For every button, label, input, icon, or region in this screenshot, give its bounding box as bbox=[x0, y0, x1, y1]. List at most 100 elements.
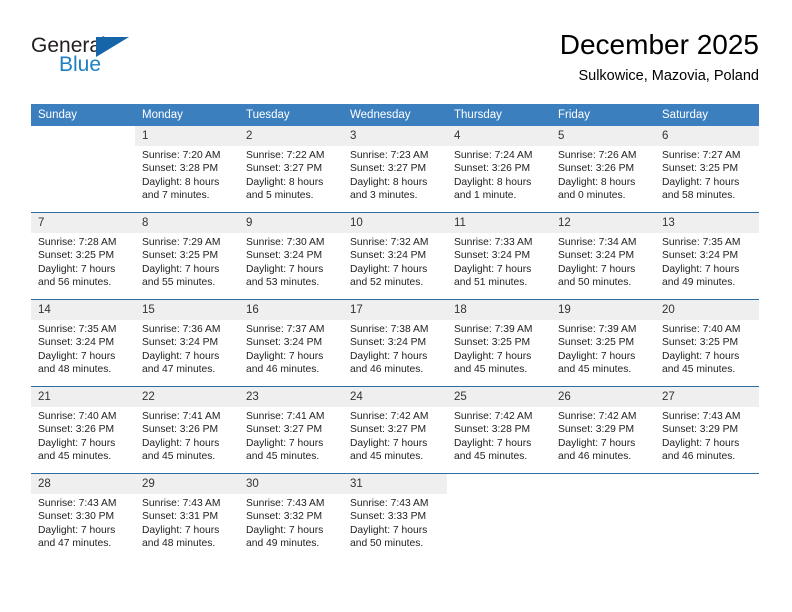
day-number: 12 bbox=[551, 213, 655, 233]
sunset-text: Sunset: 3:31 PM bbox=[142, 511, 219, 523]
calendar-day-cell[interactable]: 7 Sunrise: 7:28 AM Sunset: 3:25 PM Daylight… bbox=[31, 212, 135, 300]
sunrise-text: Sunrise: 7:33 AM bbox=[454, 237, 533, 248]
daylight-text-line2: and 52 minutes. bbox=[350, 276, 424, 288]
calendar-day-cell[interactable]: 30 Sunrise: 7:43 AM Sunset: 3:32 PM Dayligh… bbox=[239, 473, 343, 560]
sunset-text: Sunset: 3:32 PM bbox=[246, 511, 323, 523]
calendar-day-cell[interactable]: 23 Sunrise: 7:41 AM Sunset: 3:27 PM Dayligh… bbox=[239, 386, 343, 474]
daylight-text-line2: and 1 minute. bbox=[454, 189, 517, 201]
sunrise-text: Sunrise: 7:32 AM bbox=[350, 237, 429, 248]
day-number: 15 bbox=[135, 300, 239, 320]
calendar-day-cell[interactable]: 6 Sunrise: 7:27 AM Sunset: 3:25 PM Daylight… bbox=[655, 126, 759, 213]
sunrise-text: Sunrise: 7:43 AM bbox=[350, 498, 429, 509]
calendar-week-row: 21 Sunrise: 7:40 AM Sunset: 3:26 PM Dayligh… bbox=[31, 386, 759, 474]
calendar-week-row: 1 Sunrise: 7:20 AM Sunset: 3:28 PM Daylight… bbox=[31, 126, 759, 213]
calendar-day-cell[interactable]: 28 Sunrise: 7:43 AM Sunset: 3:30 PM Dayligh… bbox=[31, 473, 135, 560]
daylight-text-line2: and 46 minutes. bbox=[662, 450, 736, 462]
calendar-day-cell[interactable]: 27 Sunrise: 7:43 AM Sunset: 3:29 PM Dayligh… bbox=[655, 386, 759, 474]
calendar-week-row: 14 Sunrise: 7:35 AM Sunset: 3:24 PM Dayligh… bbox=[31, 299, 759, 387]
calendar-day-cell[interactable]: 11 Sunrise: 7:33 AM Sunset: 3:24 PM Dayligh… bbox=[447, 212, 551, 300]
calendar-day-cell[interactable]: 25 Sunrise: 7:42 AM Sunset: 3:28 PM Dayligh… bbox=[447, 386, 551, 474]
calendar-day-cell[interactable]: 15 Sunrise: 7:36 AM Sunset: 3:24 PM Dayligh… bbox=[135, 299, 239, 387]
day-number: 14 bbox=[31, 300, 135, 320]
calendar-day-cell[interactable]: 3 Sunrise: 7:23 AM Sunset: 3:27 PM Daylight… bbox=[343, 126, 447, 213]
calendar-day-cell[interactable]: 17 Sunrise: 7:38 AM Sunset: 3:24 PM Dayligh… bbox=[343, 299, 447, 387]
calendar-day-cell[interactable]: 2 Sunrise: 7:22 AM Sunset: 3:27 PM Daylight… bbox=[239, 126, 343, 213]
calendar-table: Sunday Monday Tuesday Wednesday Thursday… bbox=[31, 104, 759, 560]
daylight-text-line1: Daylight: 8 hours bbox=[350, 176, 428, 188]
sunrise-text: Sunrise: 7:37 AM bbox=[246, 324, 325, 335]
daylight-text-line1: Daylight: 7 hours bbox=[38, 524, 116, 536]
sunrise-text: Sunrise: 7:35 AM bbox=[662, 237, 741, 248]
calendar-day-cell[interactable]: 22 Sunrise: 7:41 AM Sunset: 3:26 PM Dayligh… bbox=[135, 386, 239, 474]
daylight-text-line2: and 50 minutes. bbox=[350, 537, 424, 549]
day-details: Sunrise: 7:39 AM Sunset: 3:25 PM Daylight:… bbox=[551, 320, 655, 376]
day-number: 28 bbox=[31, 474, 135, 494]
calendar-day-cell[interactable]: 4 Sunrise: 7:24 AM Sunset: 3:26 PM Daylight… bbox=[447, 126, 551, 213]
day-details: Sunrise: 7:20 AM Sunset: 3:28 PM Daylight:… bbox=[135, 146, 239, 202]
sunrise-text: Sunrise: 7:40 AM bbox=[662, 324, 741, 335]
daylight-text-line1: Daylight: 7 hours bbox=[558, 350, 636, 362]
daylight-text-line2: and 47 minutes. bbox=[38, 537, 112, 549]
calendar-day-cell[interactable]: 29 Sunrise: 7:43 AM Sunset: 3:31 PM Dayligh… bbox=[135, 473, 239, 560]
daylight-text-line2: and 53 minutes. bbox=[246, 276, 320, 288]
day-number: 7 bbox=[31, 213, 135, 233]
daylight-text-line2: and 48 minutes. bbox=[142, 537, 216, 549]
day-details: Sunrise: 7:43 AM Sunset: 3:32 PM Daylight:… bbox=[239, 494, 343, 550]
daylight-text-line2: and 46 minutes. bbox=[350, 363, 424, 375]
sunset-text: Sunset: 3:27 PM bbox=[246, 163, 323, 175]
calendar-day-cell[interactable]: 21 Sunrise: 7:40 AM Sunset: 3:26 PM Dayligh… bbox=[31, 386, 135, 474]
weekday-header-thursday: Thursday bbox=[447, 104, 551, 126]
day-details: Sunrise: 7:29 AM Sunset: 3:25 PM Daylight:… bbox=[135, 233, 239, 289]
day-details: Sunrise: 7:42 AM Sunset: 3:29 PM Daylight:… bbox=[551, 407, 655, 463]
sunrise-text: Sunrise: 7:42 AM bbox=[558, 411, 637, 422]
sunset-text: Sunset: 3:28 PM bbox=[454, 424, 531, 436]
day-details: Sunrise: 7:42 AM Sunset: 3:27 PM Daylight:… bbox=[343, 407, 447, 463]
daylight-text-line2: and 58 minutes. bbox=[662, 189, 736, 201]
daylight-text-line1: Daylight: 7 hours bbox=[142, 437, 220, 449]
day-details: Sunrise: 7:24 AM Sunset: 3:26 PM Daylight:… bbox=[447, 146, 551, 202]
calendar-day-cell[interactable]: 8 Sunrise: 7:29 AM Sunset: 3:25 PM Daylight… bbox=[135, 212, 239, 300]
sunrise-text: Sunrise: 7:39 AM bbox=[558, 324, 637, 335]
calendar-day-cell[interactable]: 18 Sunrise: 7:39 AM Sunset: 3:25 PM Dayligh… bbox=[447, 299, 551, 387]
daylight-text-line1: Daylight: 7 hours bbox=[246, 437, 324, 449]
day-details: Sunrise: 7:39 AM Sunset: 3:25 PM Daylight:… bbox=[447, 320, 551, 376]
daylight-text-line1: Daylight: 7 hours bbox=[142, 524, 220, 536]
sunset-text: Sunset: 3:24 PM bbox=[662, 250, 739, 262]
calendar-day-cell[interactable]: 1 Sunrise: 7:20 AM Sunset: 3:28 PM Daylight… bbox=[135, 126, 239, 213]
calendar-day-cell[interactable]: 14 Sunrise: 7:35 AM Sunset: 3:24 PM Dayligh… bbox=[31, 299, 135, 387]
calendar-day-cell[interactable]: 31 Sunrise: 7:43 AM Sunset: 3:33 PM Dayligh… bbox=[343, 473, 447, 560]
sunrise-text: Sunrise: 7:28 AM bbox=[38, 237, 117, 248]
calendar-day-cell[interactable]: 10 Sunrise: 7:32 AM Sunset: 3:24 PM Dayligh… bbox=[343, 212, 447, 300]
calendar-day-cell[interactable]: 24 Sunrise: 7:42 AM Sunset: 3:27 PM Dayligh… bbox=[343, 386, 447, 474]
general-blue-logo[interactable]: General Blue bbox=[31, 34, 161, 86]
daylight-text-line1: Daylight: 7 hours bbox=[350, 524, 428, 536]
daylight-text-line1: Daylight: 7 hours bbox=[350, 437, 428, 449]
day-details: Sunrise: 7:22 AM Sunset: 3:27 PM Daylight:… bbox=[239, 146, 343, 202]
weekday-header-friday: Friday bbox=[551, 104, 655, 126]
calendar-day-cell[interactable]: 12 Sunrise: 7:34 AM Sunset: 3:24 PM Dayligh… bbox=[551, 212, 655, 300]
day-number: 24 bbox=[343, 387, 447, 407]
calendar-day-cell[interactable]: 20 Sunrise: 7:40 AM Sunset: 3:25 PM Dayligh… bbox=[655, 299, 759, 387]
daylight-text-line2: and 49 minutes. bbox=[246, 537, 320, 549]
day-details: Sunrise: 7:37 AM Sunset: 3:24 PM Daylight:… bbox=[239, 320, 343, 376]
daylight-text-line1: Daylight: 7 hours bbox=[662, 176, 740, 188]
day-number: 8 bbox=[135, 213, 239, 233]
calendar-day-cell[interactable]: 9 Sunrise: 7:30 AM Sunset: 3:24 PM Daylight… bbox=[239, 212, 343, 300]
daylight-text-line2: and 47 minutes. bbox=[142, 363, 216, 375]
calendar-day-cell[interactable]: 19 Sunrise: 7:39 AM Sunset: 3:25 PM Dayligh… bbox=[551, 299, 655, 387]
daylight-text-line2: and 3 minutes. bbox=[350, 189, 418, 201]
day-number: 3 bbox=[343, 126, 447, 146]
day-details: Sunrise: 7:43 AM Sunset: 3:33 PM Daylight:… bbox=[343, 494, 447, 550]
calendar-day-cell[interactable]: 26 Sunrise: 7:42 AM Sunset: 3:29 PM Dayligh… bbox=[551, 386, 655, 474]
sunrise-text: Sunrise: 7:43 AM bbox=[246, 498, 325, 509]
daylight-text-line1: Daylight: 8 hours bbox=[142, 176, 220, 188]
day-number: 27 bbox=[655, 387, 759, 407]
sunset-text: Sunset: 3:28 PM bbox=[142, 163, 219, 175]
sunset-text: Sunset: 3:27 PM bbox=[350, 163, 427, 175]
day-number: 9 bbox=[239, 213, 343, 233]
calendar-day-cell[interactable]: 5 Sunrise: 7:26 AM Sunset: 3:26 PM Daylight… bbox=[551, 126, 655, 213]
sunrise-text: Sunrise: 7:36 AM bbox=[142, 324, 221, 335]
calendar-day-cell[interactable]: 16 Sunrise: 7:37 AM Sunset: 3:24 PM Dayligh… bbox=[239, 299, 343, 387]
calendar-day-cell[interactable]: 13 Sunrise: 7:35 AM Sunset: 3:24 PM Dayligh… bbox=[655, 212, 759, 300]
daylight-text-line1: Daylight: 7 hours bbox=[558, 263, 636, 275]
